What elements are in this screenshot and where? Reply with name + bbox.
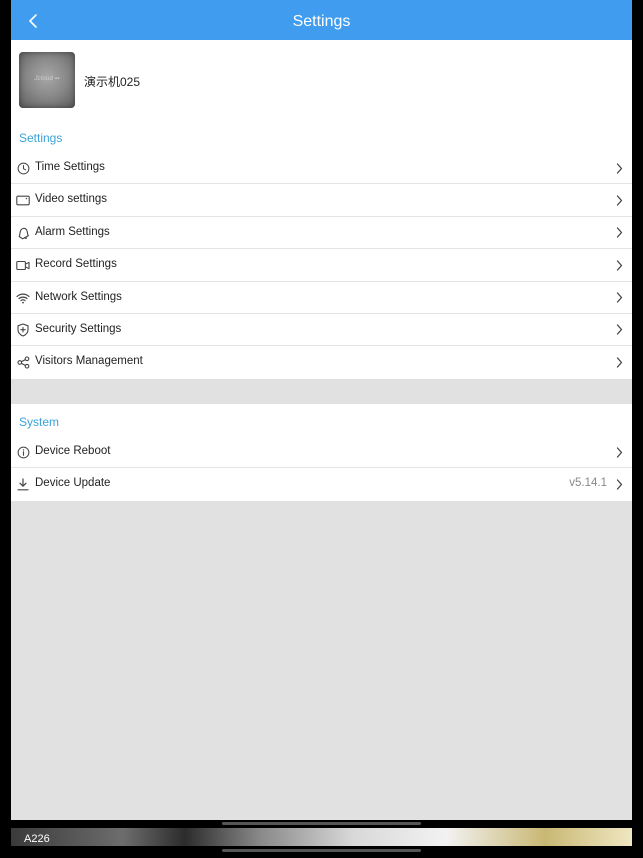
video-screen-icon — [16, 193, 30, 207]
chevron-right-icon — [614, 162, 624, 174]
section-header-label: System — [19, 415, 60, 429]
row-record-settings[interactable]: Record Settings — [11, 249, 632, 282]
bell-icon — [16, 226, 30, 240]
row-label: Device Update — [35, 477, 111, 490]
chevron-right-icon — [614, 259, 624, 271]
device-thumbnail[interactable]: Jcloud ▪▪ — [19, 52, 75, 108]
row-network-settings[interactable]: Network Settings — [11, 282, 632, 314]
row-device-reboot[interactable]: Device Reboot — [11, 436, 632, 469]
home-indicator[interactable] — [222, 822, 421, 825]
page-title: Settings — [292, 13, 351, 30]
row-label: Alarm Settings — [35, 225, 110, 238]
firmware-version: v5.14.1 — [569, 477, 607, 490]
background-video-strip: A226 — [11, 828, 632, 846]
chevron-right-icon — [614, 324, 624, 336]
row-device-update[interactable]: Device Update v5.14.1 — [11, 468, 632, 500]
row-video-settings[interactable]: Video settings — [11, 184, 632, 217]
row-label: Visitors Management — [35, 355, 143, 368]
chevron-right-icon — [614, 292, 624, 304]
camcorder-icon — [16, 258, 30, 272]
info-icon — [16, 445, 30, 459]
chevron-right-icon — [614, 194, 624, 206]
row-time-settings[interactable]: Time Settings — [11, 152, 632, 185]
section-header-system: System — [11, 404, 632, 436]
row-label: Device Reboot — [35, 445, 111, 457]
nav-bar: Settings — [11, 0, 632, 40]
section-header-label: Settings — [19, 131, 63, 145]
device-card: Jcloud ▪▪ 演示机025 — [11, 40, 632, 120]
settings-screen: Settings Jcloud ▪▪ 演示机025 Settings Time … — [11, 0, 632, 820]
download-icon — [16, 477, 30, 491]
home-indicator-secondary[interactable] — [222, 849, 421, 852]
thumbnail-watermark: Jcloud ▪▪ — [34, 76, 60, 82]
row-label: Security Settings — [35, 322, 122, 335]
camera-tag: A226 — [24, 833, 50, 845]
row-label: Network Settings — [35, 290, 122, 303]
row-label: Video settings — [35, 193, 108, 206]
section-header-settings: Settings — [11, 120, 632, 152]
chevron-right-icon — [614, 227, 624, 239]
device-name: 演示机025 — [84, 75, 141, 89]
chevron-right-icon — [614, 478, 624, 490]
row-label: Record Settings — [35, 258, 117, 271]
row-security-settings[interactable]: Security Settings — [11, 314, 632, 347]
share-icon — [16, 355, 30, 369]
settings-list: Time Settings Video settings Alarm Setti… — [11, 152, 632, 379]
wifi-icon — [16, 291, 30, 305]
chevron-right-icon — [614, 446, 624, 458]
shield-icon — [16, 323, 30, 337]
row-visitors-management[interactable]: Visitors Management — [11, 346, 632, 378]
row-alarm-settings[interactable]: Alarm Settings — [11, 217, 632, 250]
clock-icon — [16, 161, 30, 175]
chevron-right-icon — [614, 356, 624, 368]
system-list: Device Reboot Device Update v5.14.1 — [11, 436, 632, 501]
row-label: Time Settings — [35, 161, 105, 173]
